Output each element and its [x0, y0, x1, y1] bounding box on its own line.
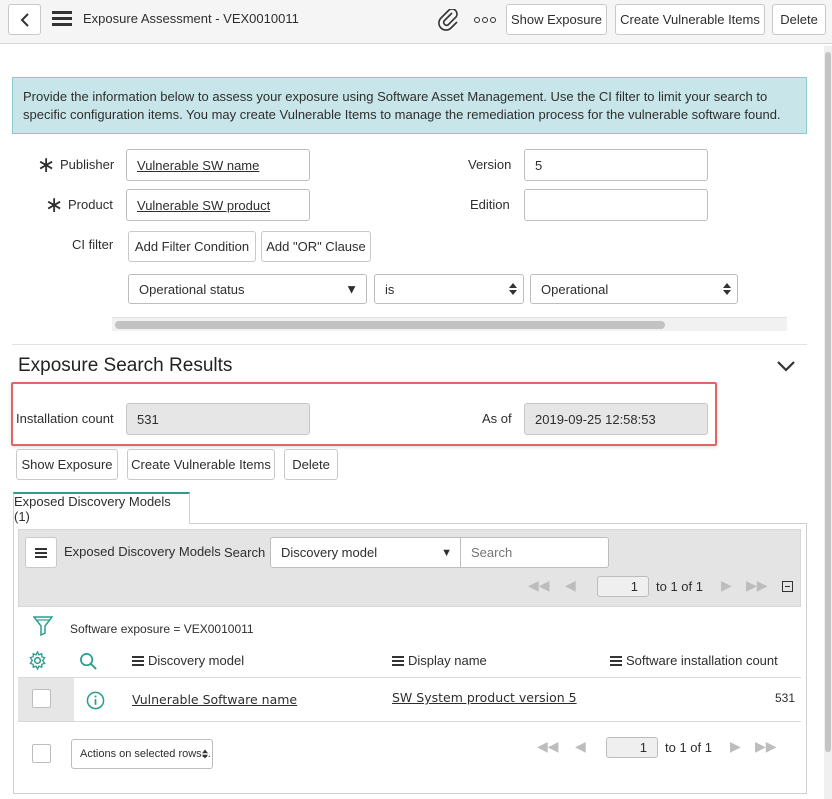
dropdown-arrow-icon: ▼: [345, 281, 358, 297]
column-header-label: Discovery model: [148, 653, 245, 668]
discovery-model-link[interactable]: Vulnerable Software name: [132, 692, 297, 707]
show-exposure-button[interactable]: Show Exposure: [506, 4, 607, 35]
condition-value-select[interactable]: Operational: [530, 274, 738, 304]
page-scrollbar[interactable]: [824, 46, 832, 799]
updown-arrow-icon: [723, 283, 731, 295]
condition-value-value: Operational: [541, 281, 609, 297]
footer-page-number-input[interactable]: 1: [606, 737, 658, 758]
first-page-icon[interactable]: ◀◀: [528, 577, 550, 594]
ci-filter-label: CI filter: [72, 237, 114, 252]
page-range-text: to 1 of 1: [656, 579, 703, 594]
next-page-icon[interactable]: ▶: [721, 577, 732, 594]
as-of-field: 2019-09-25 12:58:53: [524, 403, 708, 435]
search-icon[interactable]: [79, 652, 98, 671]
updown-arrow-icon: [202, 749, 208, 759]
edition-label: Edition: [470, 197, 510, 212]
column-menu-icon: [392, 654, 404, 668]
tab-exposed-discovery-models[interactable]: Exposed Discovery Models (1): [13, 492, 190, 524]
first-page-icon[interactable]: ◀◀: [537, 738, 559, 755]
column-header-software-installation-count[interactable]: Software installation count: [610, 653, 778, 668]
product-field[interactable]: Vulnerable SW product: [126, 189, 310, 221]
actions-select[interactable]: Actions on selected rows...: [71, 739, 213, 769]
footer-page-range-text: to 1 of 1: [665, 740, 712, 755]
search-field-value: Discovery model: [281, 545, 378, 560]
hamburger-menu-icon: [35, 547, 47, 558]
publisher-label: Publisher: [60, 157, 115, 172]
last-page-icon[interactable]: ▶▶: [746, 577, 768, 594]
page-number-value: 1: [630, 579, 638, 594]
product-required-icon: ∗: [45, 192, 64, 217]
dropdown-arrow-icon: ▼: [441, 546, 452, 559]
list-menu-button[interactable]: [25, 537, 57, 568]
delete-button-results[interactable]: Delete: [284, 449, 338, 480]
column-header-discovery-model[interactable]: Discovery model: [132, 653, 244, 668]
info-icon[interactable]: [86, 691, 105, 710]
condition-field-value: Operational status: [139, 281, 245, 297]
next-page-icon[interactable]: ▶: [730, 738, 741, 755]
results-section-title: Exposure Search Results: [18, 355, 233, 376]
column-header-label: Display name: [408, 653, 487, 668]
search-input[interactable]: [460, 537, 609, 568]
updown-arrow-icon: [509, 283, 517, 295]
paperclip-icon[interactable]: [438, 9, 458, 31]
page-title: Exposure Assessment - VEX0010011: [83, 11, 299, 26]
chevron-left-icon: [20, 12, 29, 27]
more-options-icon[interactable]: [474, 17, 496, 23]
create-vulnerable-items-button-results[interactable]: Create Vulnerable Items: [127, 449, 275, 480]
actions-select-value: Actions on selected rows...: [80, 748, 211, 760]
tab-label: Exposed Discovery Models (1): [14, 494, 171, 524]
page-number-input[interactable]: 1: [597, 576, 649, 597]
product-label: Product: [68, 197, 113, 212]
hamburger-menu-icon[interactable]: [52, 11, 72, 27]
filter-horizontal-scrollbar[interactable]: [112, 317, 787, 331]
condition-field-select[interactable]: Operational status ▼: [128, 274, 367, 304]
info-banner-text: Provide the information below to assess …: [23, 89, 781, 122]
back-button[interactable]: [8, 4, 41, 35]
breadcrumb[interactable]: Software exposure = VEX0010011: [70, 622, 254, 636]
version-field[interactable]: 5: [524, 149, 708, 181]
info-banner: Provide the information below to assess …: [12, 77, 807, 134]
search-field-select[interactable]: Discovery model ▼: [270, 537, 461, 568]
publisher-link[interactable]: Vulnerable SW name: [137, 158, 259, 173]
column-header-label: Software installation count: [626, 653, 778, 668]
previous-page-icon[interactable]: ◀: [575, 738, 586, 755]
installation-count-label: Installation count: [16, 411, 114, 426]
version-label: Version: [468, 157, 512, 172]
product-link[interactable]: Vulnerable SW product: [137, 198, 270, 213]
search-label: Search: [224, 545, 266, 560]
add-filter-condition-button[interactable]: Add Filter Condition: [128, 231, 256, 262]
as-of-label: As of: [482, 411, 512, 426]
page-number-value: 1: [639, 740, 647, 755]
edition-field[interactable]: [524, 189, 708, 221]
row-checkbox[interactable]: [32, 689, 51, 708]
previous-page-icon[interactable]: ◀: [565, 577, 576, 594]
column-header-display-name[interactable]: Display name: [392, 653, 487, 668]
create-vulnerable-items-button[interactable]: Create Vulnerable Items: [615, 4, 765, 35]
add-or-clause-button[interactable]: Add "OR" Clause: [261, 231, 371, 262]
delete-button[interactable]: Delete: [772, 4, 826, 35]
condition-operator-select[interactable]: is: [374, 274, 524, 304]
installation-count-cell: 531: [775, 691, 796, 705]
column-menu-icon: [610, 654, 622, 668]
divider: [12, 344, 807, 345]
column-menu-icon: [132, 654, 144, 668]
display-name-link[interactable]: SW System product version 5: [392, 690, 577, 705]
show-exposure-button-results[interactable]: Show Exposure: [16, 449, 118, 480]
select-all-checkbox[interactable]: [32, 744, 51, 763]
chevron-down-icon[interactable]: [776, 359, 796, 373]
publisher-required-icon: ∗: [37, 152, 56, 177]
filter-funnel-icon[interactable]: [33, 615, 53, 637]
list-title: Exposed Discovery Models: [64, 544, 221, 559]
installation-count-field: 531: [126, 403, 310, 435]
last-page-icon[interactable]: ▶▶: [755, 738, 777, 755]
condition-operator-value: is: [385, 281, 395, 297]
gear-icon[interactable]: [28, 651, 47, 670]
collapse-icon[interactable]: [782, 581, 793, 592]
publisher-field[interactable]: Vulnerable SW name: [126, 149, 310, 181]
